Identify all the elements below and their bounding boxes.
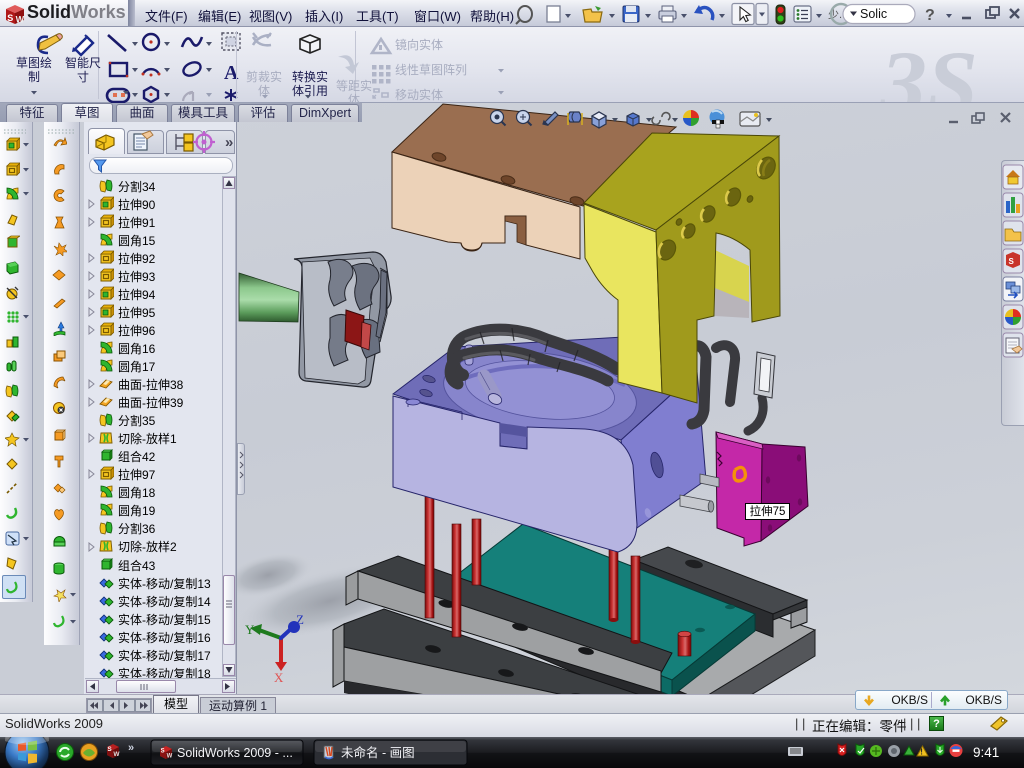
svg-text:S: S	[7, 13, 13, 23]
svg-text:!: !	[920, 748, 923, 757]
svg-text:未命名 - 画图: 未命名 - 画图	[341, 745, 415, 760]
svg-text:W: W	[167, 754, 173, 760]
svg-text:?: ?	[925, 7, 935, 24]
svg-text:9:41: 9:41	[973, 745, 999, 760]
svg-text:S: S	[1009, 257, 1015, 266]
svg-text:W: W	[113, 751, 120, 758]
svg-text:Y: Y	[245, 622, 255, 637]
svg-text:S: S	[161, 749, 165, 755]
svg-text:SolidWorks 2009 - ...: SolidWorks 2009 - ...	[177, 746, 293, 760]
svg-text:Z: Z	[296, 612, 304, 627]
svg-text:S: S	[107, 746, 112, 753]
svg-text:X: X	[274, 670, 284, 685]
svg-text:»: »	[128, 742, 134, 754]
svg-text:Solic: Solic	[860, 7, 887, 21]
svg-text:W: W	[16, 15, 25, 25]
